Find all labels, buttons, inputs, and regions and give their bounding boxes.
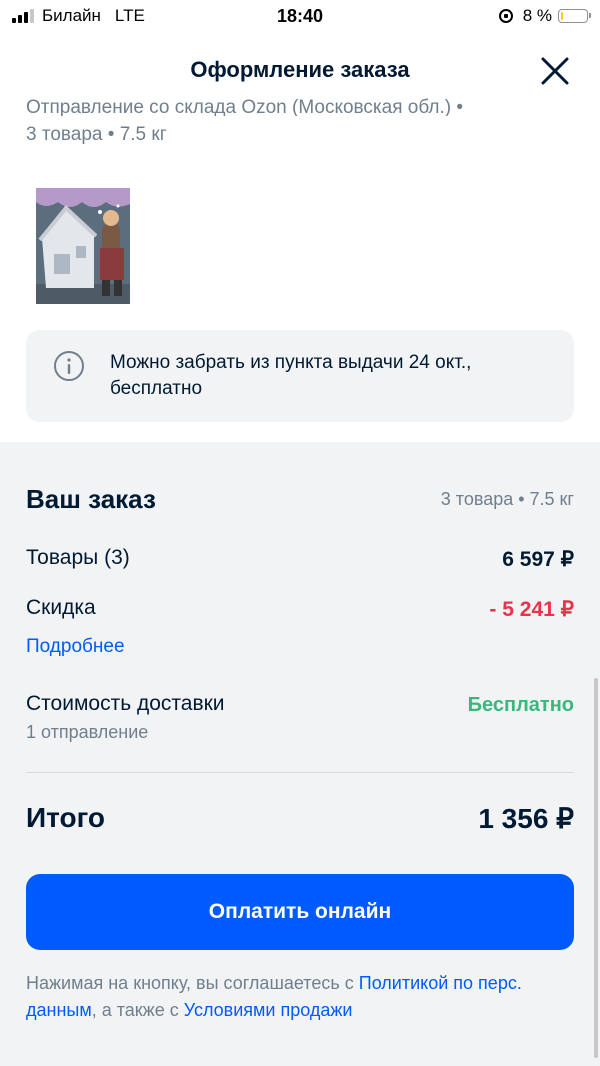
status-bar: Билайн LTE 18:40 8 % bbox=[0, 0, 600, 34]
rotation-lock-icon bbox=[498, 9, 513, 23]
status-right: 8 % bbox=[498, 6, 591, 26]
shipment-origin-wrap: Отправление со склада Ozon (Московская о… bbox=[0, 98, 600, 116]
pickup-info-banner: Можно забрать из пункта выдачи 24 окт., … bbox=[26, 330, 574, 422]
shipment-summary: 3 товара • 7.5 кг bbox=[26, 124, 167, 145]
close-icon[interactable] bbox=[538, 54, 572, 88]
battery-level bbox=[561, 12, 563, 20]
delivery-shipments: 1 отправление bbox=[26, 722, 149, 742]
sale-terms-link[interactable]: Условиями продажи bbox=[184, 1000, 353, 1020]
delivery-value: Бесплатно bbox=[467, 694, 574, 716]
total-value: 1 356 ₽ bbox=[478, 803, 574, 834]
order-title: Ваш заказ bbox=[26, 484, 156, 514]
details-link[interactable]: Подробнее bbox=[26, 636, 125, 658]
shipment-origin: Отправление со склада Ozon (Московская о… bbox=[26, 98, 464, 116]
discount-label: Скидка bbox=[26, 596, 96, 619]
discount-value: - 5 241 ₽ bbox=[489, 598, 574, 621]
battery-icon bbox=[558, 9, 591, 23]
product-thumbnail[interactable] bbox=[36, 188, 130, 304]
order-summary: Ваш заказ 3 товара • 7.5 кг Товары (3) 6… bbox=[0, 442, 600, 1066]
divider bbox=[26, 772, 574, 773]
pickup-info-text: Можно забрать из пункта выдачи 24 окт., … bbox=[110, 352, 472, 399]
legal-notice: Нажимая на кнопку, вы соглашаетесь с Пол… bbox=[26, 970, 574, 1024]
pay-online-button[interactable]: Оплатить онлайн bbox=[26, 874, 574, 950]
delivery-label: Стоимость доставки bbox=[26, 692, 225, 715]
info-icon bbox=[54, 351, 84, 381]
page-header: Оформление заказа bbox=[0, 40, 600, 100]
page-title: Оформление заказа bbox=[190, 57, 410, 82]
total-label: Итого bbox=[26, 802, 105, 833]
goods-label: Товары (3) bbox=[26, 546, 130, 569]
goods-value: 6 597 ₽ bbox=[502, 548, 574, 571]
legal-text-1: Нажимая на кнопку, вы соглашаетесь с bbox=[26, 973, 359, 993]
legal-text-2: , а также с bbox=[91, 1000, 184, 1020]
order-meta: 3 товара • 7.5 кг bbox=[440, 489, 574, 509]
battery-percent: 8 % bbox=[522, 6, 552, 25]
scrollbar[interactable] bbox=[594, 678, 598, 1058]
